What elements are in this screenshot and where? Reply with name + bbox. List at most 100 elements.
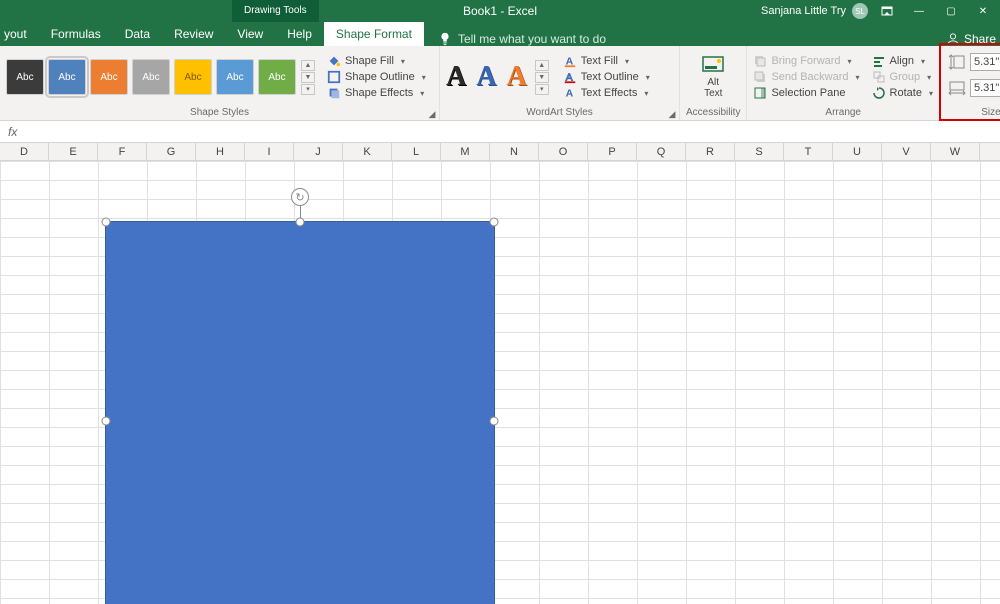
wordart-preset[interactable]: A bbox=[506, 61, 526, 93]
restore-button[interactable]: ▢ bbox=[938, 0, 964, 22]
selection-pane-button[interactable]: Selection Pane bbox=[753, 86, 859, 100]
user-name[interactable]: Sanjana Little Try bbox=[761, 5, 846, 17]
resize-handle[interactable] bbox=[296, 218, 305, 227]
ribbon-tabs: yout Formulas Data Review View Help Shap… bbox=[0, 22, 1000, 46]
column-header[interactable]: J bbox=[294, 143, 343, 160]
bring-forward-button[interactable]: Bring Forward bbox=[753, 54, 859, 68]
ribbon-display-options-button[interactable] bbox=[874, 0, 900, 22]
ribbon: Abc Abc Abc Abc Abc Abc Abc ▲▼▾ Shape Fi… bbox=[0, 46, 1000, 121]
rotate-handle[interactable]: ↻ bbox=[291, 188, 309, 206]
alt-text-button[interactable]: Alt Text bbox=[692, 54, 734, 100]
column-header[interactable]: I bbox=[245, 143, 294, 160]
tab-data[interactable]: Data bbox=[113, 22, 162, 46]
column-header[interactable]: D bbox=[0, 143, 49, 160]
shape-width-input[interactable]: 5.31" bbox=[970, 79, 1000, 97]
group-shape-styles: Abc Abc Abc Abc Abc Abc Abc ▲▼▾ Shape Fi… bbox=[0, 46, 440, 120]
column-header[interactable]: M bbox=[441, 143, 490, 160]
resize-handle[interactable] bbox=[490, 417, 499, 426]
align-button[interactable]: Align bbox=[872, 54, 933, 68]
rotate-icon bbox=[872, 86, 886, 100]
column-header[interactable]: O bbox=[539, 143, 588, 160]
group-arrange: Bring Forward Send Backward Selection Pa… bbox=[747, 46, 940, 120]
send-backward-button[interactable]: Send Backward bbox=[753, 70, 859, 84]
shape-fill-button[interactable]: Shape Fill bbox=[327, 54, 426, 68]
group-icon bbox=[872, 70, 886, 84]
column-header[interactable]: Q bbox=[637, 143, 686, 160]
shape-style-gallery-scroll[interactable]: ▲▼▾ bbox=[301, 60, 315, 95]
wordart-gallery-scroll[interactable]: ▲▼▾ bbox=[535, 60, 549, 95]
bring-forward-icon bbox=[753, 54, 767, 68]
close-button[interactable]: ✕ bbox=[970, 0, 996, 22]
shape-style-preset[interactable]: Abc bbox=[258, 59, 296, 95]
column-header[interactable]: F bbox=[98, 143, 147, 160]
column-header[interactable]: P bbox=[588, 143, 637, 160]
resize-handle[interactable] bbox=[490, 218, 499, 227]
column-header[interactable]: H bbox=[196, 143, 245, 160]
column-header[interactable]: R bbox=[686, 143, 735, 160]
text-outline-button[interactable]: A Text Outline bbox=[563, 70, 650, 84]
tab-shape-format[interactable]: Shape Format bbox=[324, 22, 424, 46]
text-fill-icon: A bbox=[563, 54, 577, 68]
rotate-button[interactable]: Rotate bbox=[872, 86, 933, 100]
selection-pane-icon bbox=[753, 86, 767, 100]
tab-help[interactable]: Help bbox=[275, 22, 324, 46]
resize-handle[interactable] bbox=[102, 218, 111, 227]
shape-style-preset[interactable]: Abc bbox=[48, 59, 86, 95]
tab-review[interactable]: Review bbox=[162, 22, 225, 46]
tab-formulas[interactable]: Formulas bbox=[39, 22, 113, 46]
column-header[interactable]: U bbox=[833, 143, 882, 160]
pencil-outline-icon bbox=[327, 70, 341, 84]
dialog-launcher-icon[interactable]: ◢ bbox=[667, 107, 677, 117]
align-icon bbox=[872, 54, 886, 68]
person-icon bbox=[946, 32, 960, 46]
share-button[interactable]: Share bbox=[942, 32, 1000, 46]
formula-bar: fx bbox=[0, 121, 1000, 143]
group-button[interactable]: Group bbox=[872, 70, 933, 84]
column-header[interactable]: S bbox=[735, 143, 784, 160]
column-header[interactable]: V bbox=[882, 143, 931, 160]
text-fill-button[interactable]: A Text Fill bbox=[563, 54, 650, 68]
group-size: 5.31" ▲▼ 5.31" ▲▼ Size◢ bbox=[940, 46, 1000, 120]
text-effects-button[interactable]: A Text Effects bbox=[563, 86, 650, 100]
lightbulb-icon bbox=[438, 32, 452, 46]
wordart-preset[interactable]: A bbox=[476, 61, 496, 93]
shape-style-preset[interactable]: Abc bbox=[6, 59, 44, 95]
column-headers: D E F G H I J K L M N O P Q R S T U V W bbox=[0, 143, 1000, 161]
column-header[interactable]: N bbox=[490, 143, 539, 160]
height-icon bbox=[948, 54, 966, 70]
resize-handle[interactable] bbox=[102, 417, 111, 426]
fx-icon[interactable]: fx bbox=[0, 125, 25, 139]
alt-text-icon bbox=[701, 55, 725, 75]
shape-style-preset[interactable]: Abc bbox=[132, 59, 170, 95]
text-outline-icon: A bbox=[563, 70, 577, 84]
shape-outline-button[interactable]: Shape Outline bbox=[327, 70, 426, 84]
tell-me-search[interactable]: Tell me what you want to do bbox=[438, 32, 606, 46]
wordart-preset[interactable]: A bbox=[446, 61, 466, 93]
tab-view[interactable]: View bbox=[225, 22, 275, 46]
shape-height-input[interactable]: 5.31" bbox=[970, 53, 1000, 71]
shape-style-preset[interactable]: Abc bbox=[216, 59, 254, 95]
column-header[interactable]: W bbox=[931, 143, 980, 160]
selected-shape-rectangle[interactable]: ↻ bbox=[105, 221, 495, 604]
formula-input[interactable] bbox=[25, 123, 1000, 141]
paint-bucket-icon bbox=[327, 54, 341, 68]
width-icon bbox=[948, 80, 966, 96]
title-bar: Drawing Tools Book1 - Excel Sanjana Litt… bbox=[0, 0, 1000, 22]
dialog-launcher-icon[interactable]: ◢ bbox=[427, 107, 437, 117]
effects-icon bbox=[327, 86, 341, 100]
shape-style-preset[interactable]: Abc bbox=[90, 59, 128, 95]
user-avatar[interactable]: SL bbox=[852, 3, 868, 19]
column-header[interactable]: G bbox=[147, 143, 196, 160]
worksheet-grid[interactable]: ↻ bbox=[0, 161, 1000, 604]
column-header[interactable]: K bbox=[343, 143, 392, 160]
column-header[interactable]: E bbox=[49, 143, 98, 160]
tab-layout[interactable]: yout bbox=[0, 22, 39, 46]
column-header[interactable]: L bbox=[392, 143, 441, 160]
text-effects-icon: A bbox=[563, 86, 577, 100]
svg-text:A: A bbox=[565, 88, 573, 100]
shape-style-preset[interactable]: Abc bbox=[174, 59, 212, 95]
column-header[interactable]: T bbox=[784, 143, 833, 160]
send-backward-icon bbox=[753, 70, 767, 84]
shape-effects-button[interactable]: Shape Effects bbox=[327, 86, 426, 100]
minimize-button[interactable]: — bbox=[906, 0, 932, 22]
